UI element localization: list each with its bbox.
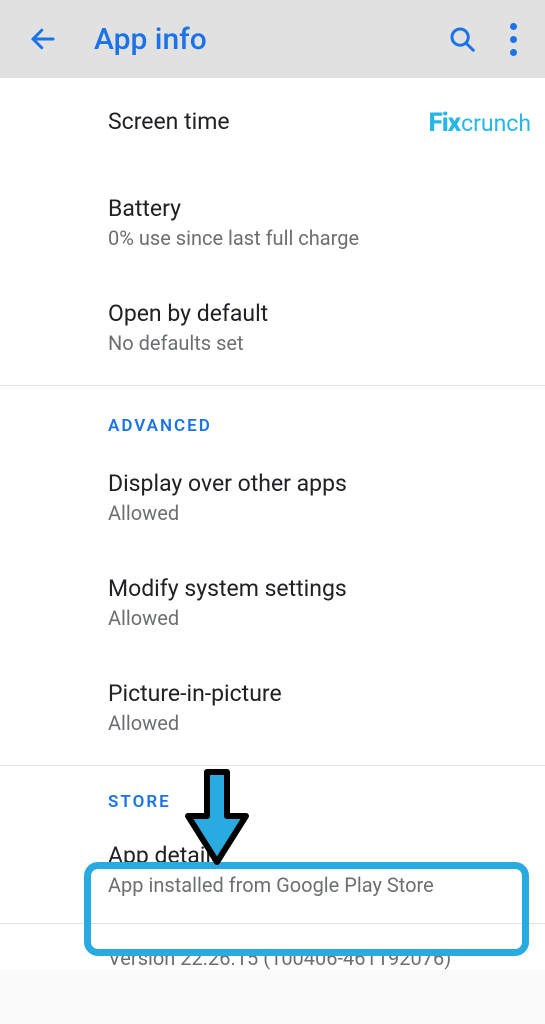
watermark-logo: Fixcrunch <box>428 108 531 138</box>
row-title: Battery <box>108 193 525 224</box>
row-title: Open by default <box>108 298 525 329</box>
more-icon[interactable] <box>501 18 525 60</box>
row-subtitle: Allowed <box>108 711 525 735</box>
row-app-details[interactable]: App details App installed from Google Pl… <box>0 818 545 923</box>
row-subtitle: No defaults set <box>108 331 525 355</box>
row-battery[interactable]: Battery 0% use since last full charge <box>0 169 545 274</box>
row-display-over-apps[interactable]: Display over other apps Allowed <box>0 444 545 549</box>
settings-list: Screen time Battery 0% use since last fu… <box>0 78 545 970</box>
row-subtitle: 0% use since last full charge <box>108 226 525 250</box>
section-advanced: ADVANCED <box>0 386 545 444</box>
section-store: STORE <box>0 766 545 818</box>
row-title: Picture-in-picture <box>108 678 525 709</box>
watermark-rest: crunch <box>461 110 531 137</box>
row-modify-system-settings[interactable]: Modify system settings Allowed <box>0 549 545 654</box>
row-subtitle: Allowed <box>108 606 525 630</box>
row-subtitle: App installed from Google Play Store <box>108 873 525 897</box>
row-title: Modify system settings <box>108 573 525 604</box>
watermark-bold: Fix <box>428 108 460 138</box>
version-text: Version 22.26.15 (100406-461192076) <box>0 924 545 970</box>
row-picture-in-picture[interactable]: Picture-in-picture Allowed <box>0 654 545 765</box>
row-title: Display over other apps <box>108 468 525 499</box>
app-bar: App info <box>0 0 545 78</box>
page-title: App info <box>94 22 441 57</box>
row-title: App details <box>108 840 525 871</box>
row-open-by-default[interactable]: Open by default No defaults set <box>0 274 545 385</box>
row-subtitle: Allowed <box>108 501 525 525</box>
back-icon[interactable] <box>22 18 64 60</box>
search-icon[interactable] <box>441 18 483 60</box>
